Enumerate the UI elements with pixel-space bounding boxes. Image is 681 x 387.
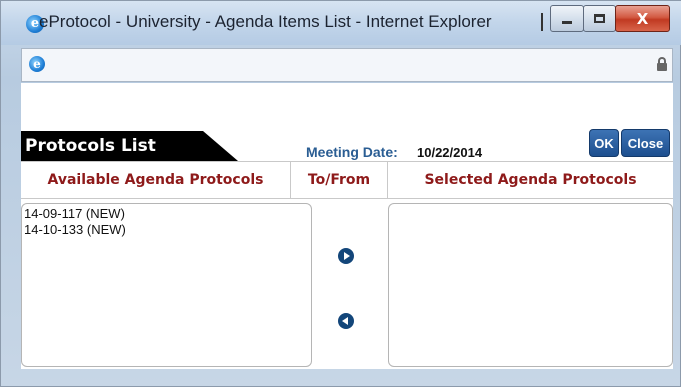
list-item[interactable]: 14-09-117 (NEW) bbox=[23, 206, 126, 222]
list-item[interactable]: 14-10-133 (NEW) bbox=[23, 222, 126, 238]
close-icon: X bbox=[636, 9, 649, 28]
arrow-left-circle-icon bbox=[342, 317, 348, 325]
arrow-right-circle-icon bbox=[344, 252, 350, 260]
maximize-icon bbox=[594, 14, 605, 23]
available-protocols-list[interactable]: 14-09-117 (NEW) 14-10-133 (NEW) bbox=[21, 203, 312, 367]
selected-protocols-list[interactable] bbox=[388, 203, 673, 367]
window-close-button[interactable]: X bbox=[615, 5, 670, 32]
columns-header: Available Agenda Protocols To/From Selec… bbox=[21, 161, 673, 199]
selected-protocols-header: Selected Agenda Protocols bbox=[424, 172, 637, 188]
text-cursor-icon bbox=[541, 13, 543, 31]
ie-window: e eProtocol - University - Agenda Items … bbox=[0, 0, 681, 387]
protocols-list-title: Protocols List bbox=[25, 136, 156, 156]
window-title: eProtocol - University - Agenda Items Li… bbox=[39, 12, 492, 31]
minimize-icon bbox=[562, 21, 572, 24]
to-from-header: To/From bbox=[291, 162, 388, 198]
agenda-items-panel: Protocols List Meeting Date: 10/22/2014 … bbox=[21, 83, 673, 369]
title-bar[interactable]: e eProtocol - University - Agenda Items … bbox=[1, 1, 681, 45]
move-right-button[interactable] bbox=[338, 248, 354, 264]
maximize-button[interactable] bbox=[583, 5, 616, 32]
meeting-date-label: Meeting Date: bbox=[306, 144, 398, 160]
ok-button[interactable]: OK bbox=[589, 129, 619, 157]
close-button[interactable]: Close bbox=[621, 129, 670, 157]
minimize-button[interactable] bbox=[550, 5, 584, 32]
lock-icon bbox=[657, 57, 667, 71]
available-protocols-header: Available Agenda Protocols bbox=[21, 162, 291, 198]
ie-page-icon: e bbox=[29, 56, 45, 72]
move-left-button[interactable] bbox=[338, 313, 354, 329]
address-bar bbox=[21, 48, 673, 82]
meeting-date-value: 10/22/2014 bbox=[417, 145, 483, 160]
